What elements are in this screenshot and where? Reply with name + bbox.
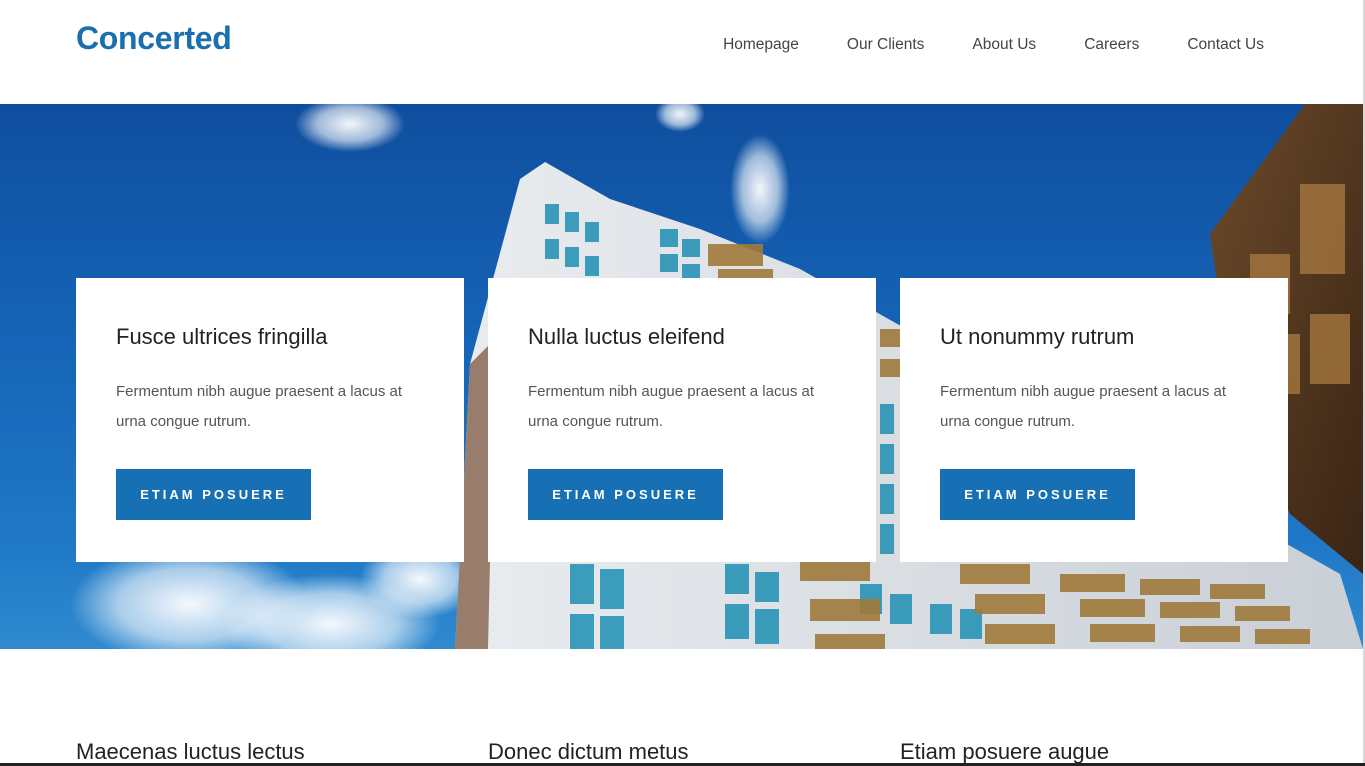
- feature-heading-1: Maecenas luctus lectus: [76, 739, 305, 764]
- card-text: Fermentum nibh augue praesent a lacus at…: [528, 383, 815, 430]
- feature-heading-2: Donec dictum metus: [488, 739, 689, 764]
- nav-item-about-us[interactable]: About Us: [972, 36, 1036, 54]
- card-title: Fusce ultrices fringilla: [116, 324, 328, 349]
- features-section: Maecenas luctus lectus Donec dictum metu…: [0, 649, 1365, 766]
- site-logo[interactable]: Concerted: [76, 20, 232, 57]
- site-header: Concerted Homepage Our Clients About Us …: [0, 0, 1365, 104]
- card-text: Fermentum nibh augue praesent a lacus at…: [940, 383, 1227, 430]
- hero-card-2: Nulla luctus eleifend Fermentum nibh aug…: [488, 278, 876, 562]
- nav-item-careers[interactable]: Careers: [1084, 36, 1139, 54]
- card-title: Ut nonummy rutrum: [940, 324, 1135, 349]
- card-title: Nulla luctus eleifend: [528, 324, 725, 349]
- hero-card-3: Ut nonummy rutrum Fermentum nibh augue p…: [900, 278, 1288, 562]
- card-text: Fermentum nibh augue praesent a lacus at…: [116, 383, 403, 430]
- hero-card-1: Fusce ultrices fringilla Fermentum nibh …: [76, 278, 464, 562]
- main-nav: Homepage Our Clients About Us Careers Co…: [723, 36, 1264, 54]
- feature-heading-3: Etiam posuere augue: [900, 739, 1110, 764]
- nav-item-our-clients[interactable]: Our Clients: [847, 36, 925, 54]
- etiam-posuere-button[interactable]: ETIAM POSUERE: [116, 469, 311, 520]
- page: Concerted Homepage Our Clients About Us …: [0, 0, 1365, 766]
- hero-banner: Fusce ultrices fringilla Fermentum nibh …: [0, 104, 1363, 649]
- nav-item-contact-us[interactable]: Contact Us: [1187, 36, 1264, 54]
- etiam-posuere-button[interactable]: ETIAM POSUERE: [940, 469, 1135, 520]
- etiam-posuere-button[interactable]: ETIAM POSUERE: [528, 469, 723, 520]
- nav-item-homepage[interactable]: Homepage: [723, 36, 799, 54]
